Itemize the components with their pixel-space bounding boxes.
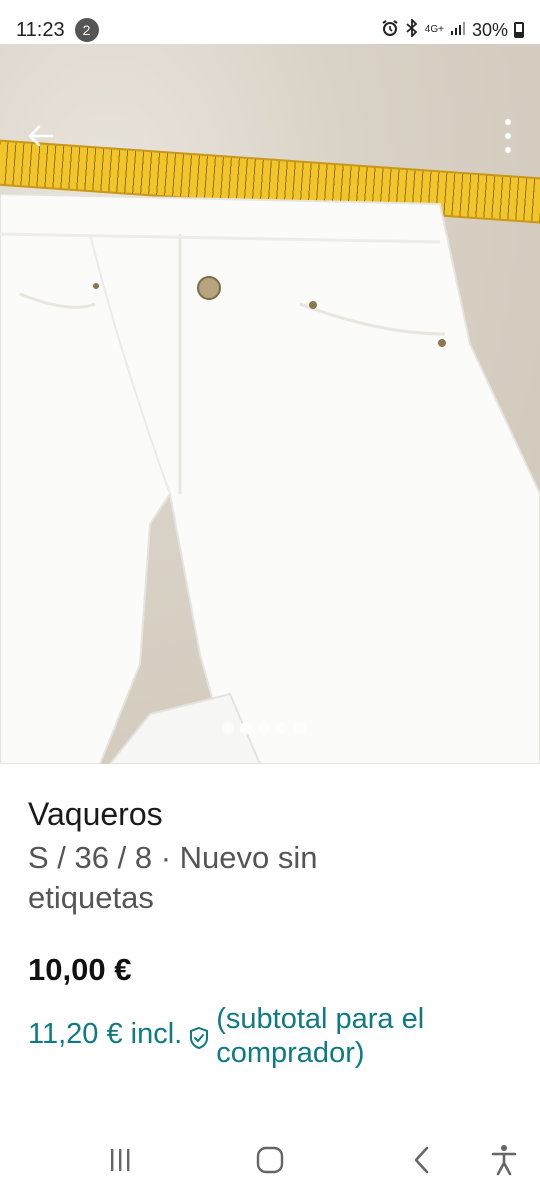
bluetooth-icon (405, 17, 419, 42)
carousel-dot[interactable] (222, 722, 234, 734)
price-incl-note[interactable]: (subtotal para el comprador) (216, 1002, 486, 1070)
more-options-button[interactable] (496, 114, 520, 158)
recent-apps-icon (111, 1149, 130, 1171)
product-photo[interactable] (0, 44, 540, 764)
network-type: 4G+ (424, 24, 444, 35)
listing-details: S / 36 / 8 · Nuevo sin etiquetas (28, 840, 318, 915)
carousel-dot[interactable] (258, 722, 270, 734)
carousel-dot[interactable] (294, 722, 306, 734)
back-button[interactable] (18, 114, 62, 158)
arrow-left-icon (28, 125, 54, 147)
price-incl-protection[interactable]: 11,20 € incl. (28, 1018, 182, 1051)
carousel-indicator[interactable] (222, 722, 306, 734)
status-time: 11:23 (16, 18, 65, 41)
accessibility-button[interactable] (484, 1140, 524, 1180)
back-chevron-icon (414, 1146, 429, 1174)
white-jeans-image (0, 194, 540, 764)
nav-back-button[interactable] (402, 1140, 442, 1180)
battery-percent: 30% (471, 19, 508, 40)
home-icon (256, 1146, 284, 1174)
more-vert-icon (505, 119, 511, 153)
notification-count-badge: 2 (74, 18, 99, 42)
buyer-protection-price[interactable]: 11,20 € incl. (subtotal para el comprado… (28, 1002, 528, 1070)
carousel-dot[interactable] (276, 722, 288, 734)
listing-title: Vaqueros (28, 796, 163, 832)
battery-icon (514, 22, 524, 38)
carousel-dot-active[interactable] (240, 722, 252, 734)
alarm-icon (381, 19, 399, 42)
status-icons: 4G+ 30% (381, 17, 524, 42)
home-button[interactable] (250, 1140, 290, 1180)
listing-price: 10,00 € (28, 952, 132, 987)
accessibility-icon (491, 1145, 517, 1176)
signal-icon (450, 20, 466, 41)
recent-apps-button[interactable] (100, 1140, 140, 1180)
shield-check-icon[interactable] (188, 1026, 210, 1055)
